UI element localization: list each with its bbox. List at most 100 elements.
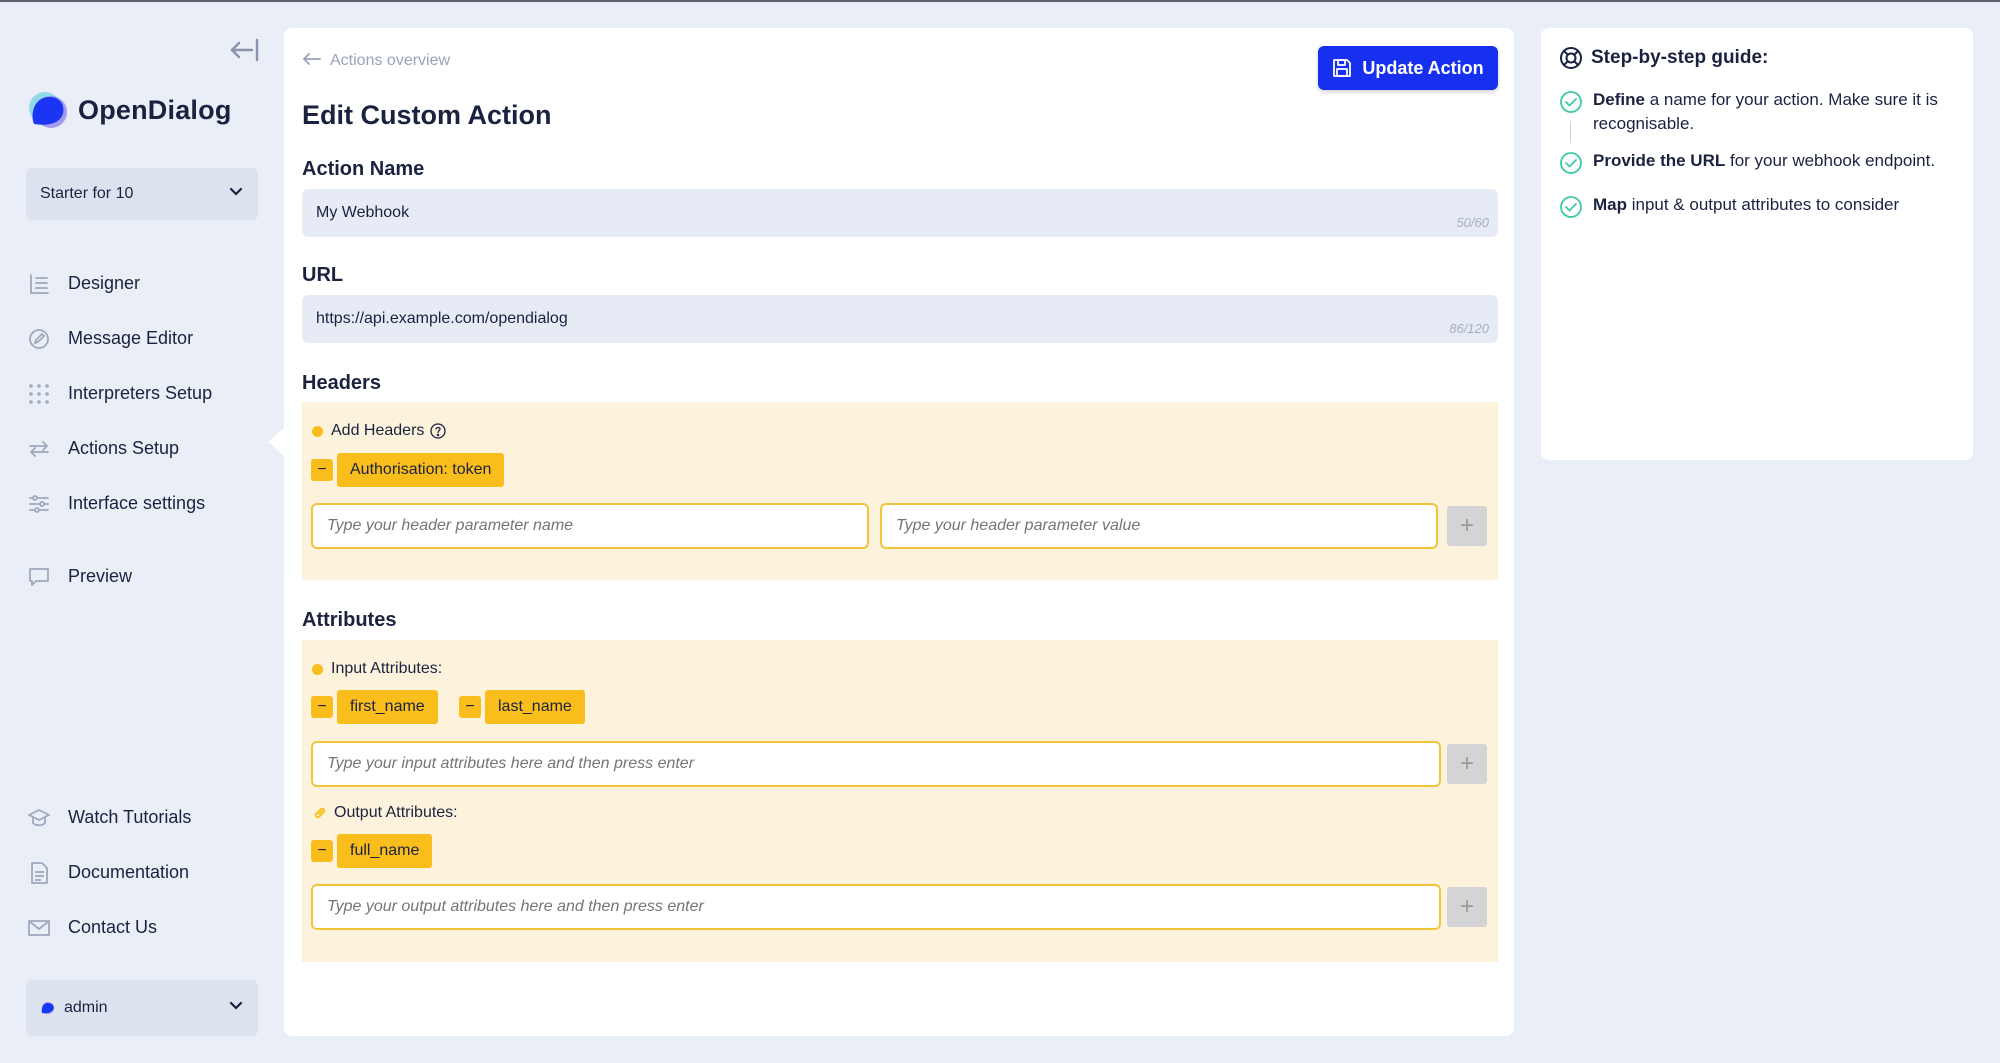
main-panel: Actions overview Update Action Edit Cust… [284,28,1514,1036]
update-action-label: Update Action [1362,57,1484,78]
add-headers-label: Add Headers [312,422,447,440]
sidebar-item-label: Actions Setup [68,438,180,458]
sidebar-item-message-editor[interactable]: Message Editor [26,311,266,366]
sidebar-nav: Designer Message Editor Interpreters Set… [26,256,266,604]
save-icon [1332,58,1352,78]
sidebar-item-interpreters-setup[interactable]: Interpreters Setup [26,366,266,421]
check-circle-icon [1559,151,1583,175]
guide-step-bold: Provide the URL [1593,151,1726,170]
action-name-label: Action Name [302,158,425,180]
sidebar-item-label: Interpreters Setup [68,383,213,403]
sidebar-item-label: Preview [68,566,133,586]
back-link[interactable]: Actions overview [302,50,450,71]
remove-chip-button[interactable]: − [311,696,333,718]
output-attributes-label: Output Attributes: [312,804,458,822]
help-icon[interactable] [430,423,447,439]
status-dot [312,663,323,675]
check-circle-icon [1559,90,1583,114]
avatar [40,1001,56,1015]
url-value: https://api.example.com/opendialog [316,310,568,327]
guide-step: Provide the URL for your webhook endpoin… [1559,149,1959,175]
guide-step-rest: input & output attributes to consider [1627,195,1900,214]
workspace-select[interactable]: Starter for 10 [26,168,258,220]
input-attribute-chip: − last_name [459,690,585,724]
guide-step-rest: a name for your action. Make sure it is … [1593,90,1938,133]
header-chip-label: Authorisation: token [337,453,505,487]
step-connector [1570,121,1571,143]
headers-section: Add Headers − Authorisation: token + [302,402,1498,580]
sidebar-item-label: Interface settings [68,493,206,513]
input-attributes-input[interactable] [311,741,1441,787]
user-name: admin [64,999,108,1016]
workspace-name: Starter for 10 [40,185,134,202]
designer-icon [26,271,52,297]
input-attribute-chip-label: first_name [337,690,438,724]
actions-icon [26,436,52,462]
remove-chip-button[interactable]: − [311,459,333,481]
action-name-value: My Webhook [316,204,410,221]
logo: OpenDialog [26,86,232,134]
url-label: URL [302,264,344,286]
preview-icon [26,564,52,590]
guide-step-bold: Define [1593,90,1645,109]
status-dot [312,425,323,437]
add-header-button[interactable]: + [1447,506,1487,546]
check-circle-icon [1559,195,1583,219]
attributes-label: Attributes [302,609,397,631]
guide-step: Map input & output attributes to conside… [1559,193,1959,219]
input-attributes-text: Input Attributes: [331,660,443,677]
sidebar-item-contact-us[interactable]: Contact Us [26,900,266,955]
header-name-input[interactable] [311,503,869,549]
guide-step-bold: Map [1593,195,1627,214]
arrow-left-icon [302,50,322,71]
update-action-button[interactable]: Update Action [1318,46,1498,90]
user-info: admin [40,999,108,1017]
sidebar-item-documentation[interactable]: Documentation [26,845,266,900]
sidebar-item-watch-tutorials[interactable]: Watch Tutorials [26,790,266,845]
app-name: OpenDialog [78,94,232,125]
page-title: Edit Custom Action [302,100,552,130]
back-link-label: Actions overview [330,51,451,69]
add-headers-text: Add Headers [331,422,425,439]
output-attribute-chip-label: full_name [337,834,433,868]
output-attributes-text: Output Attributes: [334,804,458,821]
user-menu[interactable]: admin [26,980,258,1036]
url-input[interactable]: https://api.example.com/opendialog 86/12… [302,295,1498,343]
chevron-down-icon [228,998,244,1019]
input-attribute-chip-label: last_name [485,690,585,724]
input-attributes-label: Input Attributes: [312,660,442,678]
sidebar-bottom-nav: Watch Tutorials Documentation Contact Us [26,790,266,955]
add-output-attribute-button[interactable]: + [1447,887,1487,927]
sidebar: OpenDialog Starter for 10 Designer Messa… [0,0,284,1063]
header-chip: − Authorisation: token [311,453,505,487]
lifebuoy-icon [1559,46,1583,70]
url-counter: 86/120 [1449,321,1489,336]
sidebar-item-actions-setup[interactable]: Actions Setup [26,421,266,476]
headers-label: Headers [302,372,381,394]
sidebar-item-preview[interactable]: Preview [26,549,266,604]
guide-title: Step-by-step guide: [1559,46,1768,70]
header-value-input[interactable] [880,503,1438,549]
guide-panel: Step-by-step guide: Define a name for yo… [1541,28,1973,460]
interpreters-icon [26,381,52,407]
remove-chip-button[interactable]: − [311,840,333,862]
guide-step-text: Provide the URL for your webhook endpoin… [1593,149,1935,175]
action-name-input[interactable]: My Webhook 50/60 [302,189,1498,237]
guide-step-text: Define a name for your action. Make sure… [1593,88,1959,136]
chevron-down-icon [228,184,244,205]
collapse-sidebar-icon[interactable] [228,36,262,64]
sidebar-item-designer[interactable]: Designer [26,256,266,311]
documentation-icon [26,860,52,886]
active-item-pointer [268,428,284,456]
sidebar-item-label: Watch Tutorials [68,807,192,827]
input-attribute-chip: − first_name [311,690,438,724]
sidebar-item-label: Message Editor [68,328,194,348]
add-input-attribute-button[interactable]: + [1447,744,1487,784]
guide-title-text: Step-by-step guide: [1591,47,1769,68]
output-attributes-input[interactable] [311,884,1441,930]
remove-chip-button[interactable]: − [459,696,481,718]
sidebar-item-interface-settings[interactable]: Interface settings [26,476,266,531]
tutorials-icon [26,805,52,831]
sidebar-item-label: Documentation [68,862,190,882]
logo-icon [26,86,72,134]
